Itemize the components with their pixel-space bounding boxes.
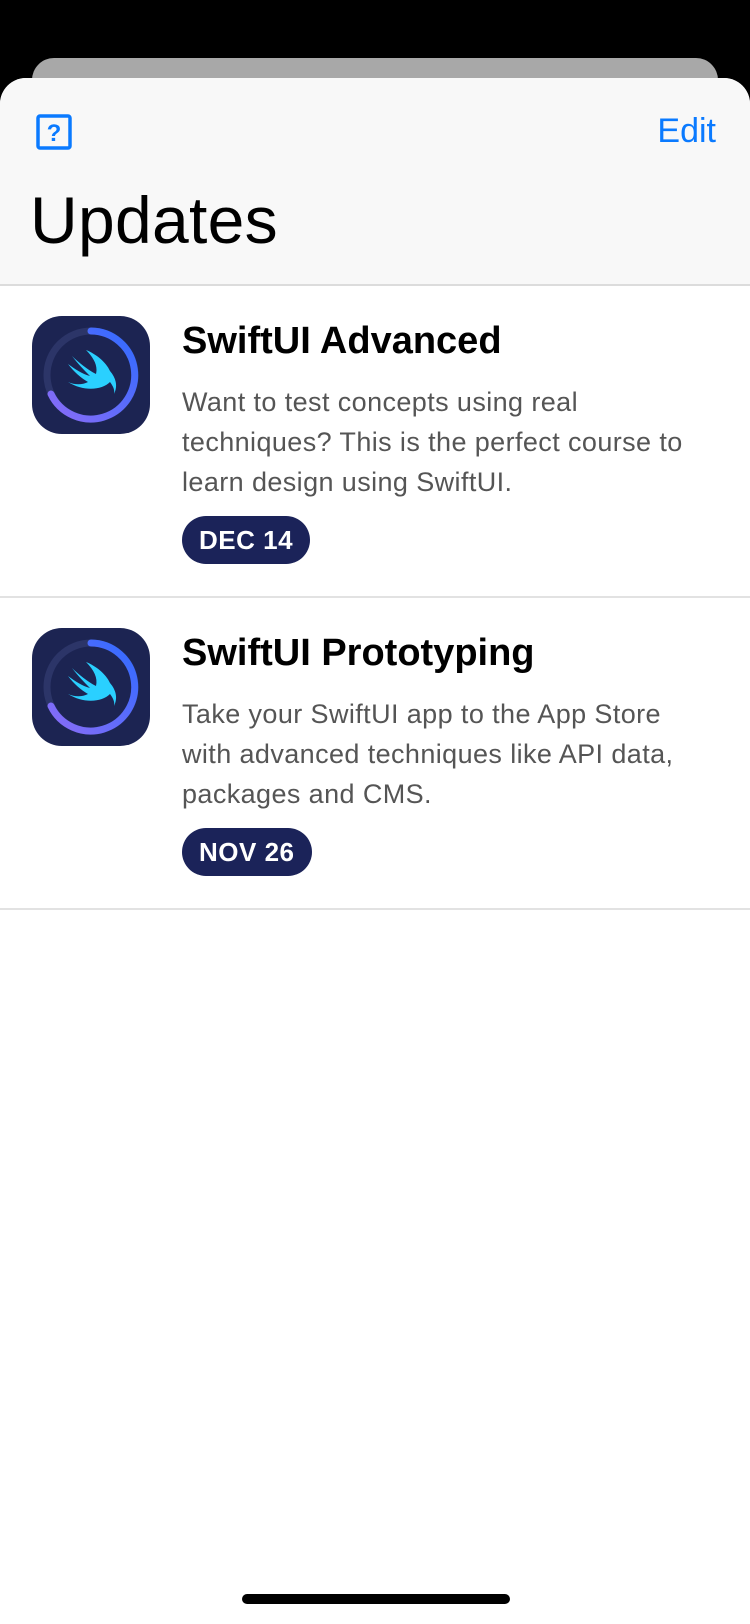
swift-logo-icon bbox=[32, 628, 150, 746]
page-title: Updates bbox=[30, 183, 278, 257]
update-row[interactable]: SwiftUI Advanced Want to test concepts u… bbox=[0, 286, 750, 598]
edit-button[interactable]: Edit bbox=[657, 112, 716, 151]
course-title: SwiftUI Prototyping bbox=[182, 632, 535, 674]
course-title: SwiftUI Advanced bbox=[182, 320, 502, 362]
help-icon[interactable]: ? bbox=[36, 114, 72, 150]
navigation-bar: ? Edit Updates bbox=[0, 78, 750, 286]
date-badge: NOV 26 bbox=[182, 828, 312, 876]
svg-text:?: ? bbox=[47, 120, 62, 147]
home-indicator[interactable] bbox=[242, 1594, 510, 1604]
swift-logo-icon bbox=[32, 316, 150, 434]
updates-sheet: ? Edit Updates SwiftUI Advanced Want to bbox=[0, 78, 750, 1624]
update-row[interactable]: SwiftUI Prototyping Take your SwiftUI ap… bbox=[0, 598, 750, 910]
course-description: Take your SwiftUI app to the App Store w… bbox=[182, 699, 674, 809]
course-description: Want to test concepts using real techniq… bbox=[182, 387, 683, 497]
date-badge: DEC 14 bbox=[182, 516, 311, 564]
